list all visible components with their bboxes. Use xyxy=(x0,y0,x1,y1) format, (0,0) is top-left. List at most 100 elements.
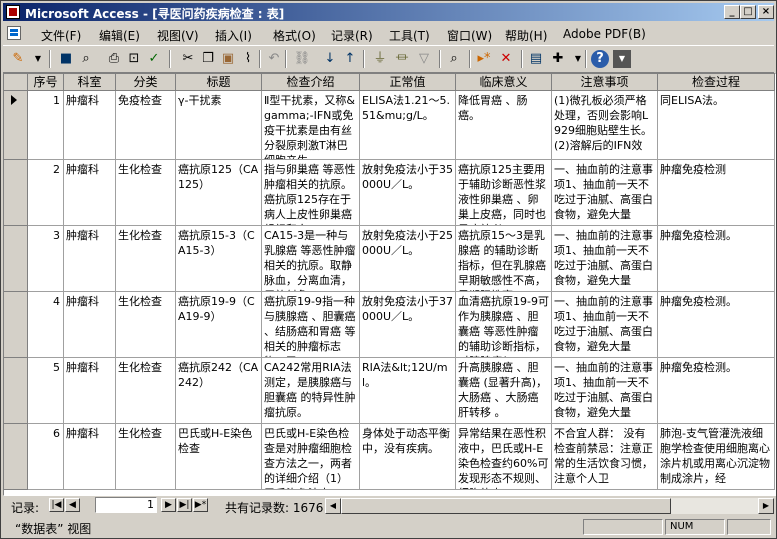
print-icon[interactable]: ⎙ xyxy=(105,50,123,68)
table-cell[interactable]: 一、抽血前的注意事项1、抽血前一天不吃过于油腻、高蛋白食物，避免大量 xyxy=(552,160,658,226)
table-cell[interactable]: 癌抗原15～3是乳腺癌 的辅助诊断指标，但在乳腺癌早期敏感性不高，早期阳性率 xyxy=(456,226,552,292)
next-record-button[interactable]: ▶ xyxy=(161,498,176,512)
table-cell[interactable]: 肿瘤科 xyxy=(64,91,116,160)
select-all-corner[interactable] xyxy=(4,74,28,91)
menu-file[interactable]: 文件(F) xyxy=(41,27,81,44)
column-header-description[interactable]: 检查介绍 xyxy=(262,74,360,91)
hyperlink-icon[interactable]: ⛓ xyxy=(293,50,311,68)
table-cell[interactable]: 2 xyxy=(28,160,64,226)
table-cell[interactable]: 肿瘤免疫检测。 xyxy=(658,226,775,292)
table-cell[interactable]: 癌抗原125（CA125） xyxy=(176,160,262,226)
table-cell[interactable]: 肿瘤科 xyxy=(64,292,116,358)
table-cell[interactable]: 异常结果在恶性积液中，巴氏或H-E染色检查约60%可发现形态不规则、细胞体大 xyxy=(456,424,552,490)
table-cell[interactable]: 癌抗原19-9（CA19-9） xyxy=(176,292,262,358)
table-cell[interactable]: 肿瘤科 xyxy=(64,160,116,226)
first-record-button[interactable]: |◀ xyxy=(49,498,64,512)
table-cell[interactable]: 4 xyxy=(28,292,64,358)
row-selector[interactable] xyxy=(4,358,28,424)
apply-filter-icon[interactable]: ▽ xyxy=(415,50,433,68)
table-cell[interactable]: 降低胃癌 、肠癌。 xyxy=(456,91,552,160)
table-cell[interactable]: γ-干扰素 xyxy=(176,91,262,160)
access-app-icon[interactable] xyxy=(6,5,20,19)
table-cell[interactable]: 癌抗原15-3（CA15-3） xyxy=(176,226,262,292)
undo-icon[interactable]: ↶ xyxy=(265,50,283,68)
table-cell[interactable]: 3 xyxy=(28,226,64,292)
new-record-icon[interactable]: ▸* xyxy=(475,50,493,68)
maximize-button[interactable]: □ xyxy=(740,5,756,19)
table-cell[interactable]: CA242常用RIA法测定，是胰腺癌与胆囊癌 的特异性肿瘤抗原。 xyxy=(262,358,360,424)
save-icon[interactable]: ■ xyxy=(57,50,75,68)
view-dropdown-icon[interactable]: ▼ xyxy=(29,50,47,68)
table-cell[interactable]: 一、抽血前的注意事项1、抽血前一天不吃过于油腻、高蛋白食物，避免大量 xyxy=(552,358,658,424)
scroll-right-button[interactable]: ▶ xyxy=(758,498,774,514)
table-cell[interactable]: 身体处于动态平衡中，没有疾病。 xyxy=(360,424,456,490)
table-cell[interactable]: 6 xyxy=(28,424,64,490)
scroll-thumb[interactable] xyxy=(341,498,671,514)
table-cell[interactable]: 血清癌抗原19-9可作为胰腺癌 、胆囊癌 等恶性肿瘤的辅助诊断指标，对胰腺癌り xyxy=(456,292,552,358)
table-cell[interactable]: (1)微孔板必须严格处理，否则会影响L929细胞贴壁生长。(2)溶解后的IFN效 xyxy=(552,91,658,160)
find-icon[interactable]: ⌕ xyxy=(445,50,463,68)
copy-icon[interactable]: ❐ xyxy=(199,50,217,68)
table-cell[interactable]: 生化检查 xyxy=(116,424,176,490)
row-selector[interactable] xyxy=(4,424,28,490)
table-cell[interactable]: 生化检查 xyxy=(116,358,176,424)
view-icon[interactable]: ✎ xyxy=(9,50,27,68)
help-icon[interactable]: ? xyxy=(591,50,609,68)
spelling-icon[interactable]: ✓ xyxy=(145,50,163,68)
delete-record-icon[interactable]: ✕ xyxy=(497,50,515,68)
table-cell[interactable]: 放射免疫法小于37000U／L。 xyxy=(360,292,456,358)
column-header-precautions[interactable]: 注意事项 xyxy=(552,74,658,91)
sort-descending-icon[interactable]: ↑ xyxy=(341,50,359,68)
table-cell[interactable]: 指与卵巢癌 等恶性肿瘤相关的抗原。癌抗原125存在于病人上皮性卵巢癌组织和血 xyxy=(262,160,360,226)
scroll-left-button[interactable]: ◀ xyxy=(325,498,341,514)
column-header-department[interactable]: 科室 xyxy=(64,74,116,91)
filter-by-selection-icon[interactable]: ⏚ xyxy=(371,50,389,68)
table-cell[interactable]: RIA法&lt;12U/ml。 xyxy=(360,358,456,424)
menu-window[interactable]: 窗口(W) xyxy=(447,27,492,44)
search-icon[interactable]: ⌕ xyxy=(77,50,95,68)
menu-help[interactable]: 帮助(H) xyxy=(505,27,547,44)
table-cell[interactable]: 生化检查 xyxy=(116,292,176,358)
menu-adobe-pdf[interactable]: Adobe PDF(B) xyxy=(563,27,646,41)
new-object-icon[interactable]: ✚ xyxy=(549,50,567,68)
table-cell[interactable]: 生化检查 xyxy=(116,160,176,226)
format-painter-icon[interactable]: ⌇ xyxy=(239,50,257,68)
row-selector[interactable] xyxy=(4,226,28,292)
table-cell[interactable]: 巴氏或H-E染色检查是对肿瘤细胞检查方法之一，两者的详细介绍（1）巴氏染色法本 xyxy=(262,424,360,490)
table-cell[interactable]: 同ELISA法。 xyxy=(658,91,775,160)
column-header-procedure[interactable]: 检查过程 xyxy=(658,74,775,91)
table-cell[interactable]: 肿瘤免疫检测 xyxy=(658,160,775,226)
table-cell[interactable]: 生化检查 xyxy=(116,226,176,292)
table-cell[interactable]: 巴氏或H-E染色检查 xyxy=(176,424,262,490)
menu-insert[interactable]: 插入(I) xyxy=(215,27,252,44)
column-header-seq[interactable]: 序号 xyxy=(28,74,64,91)
menu-records[interactable]: 记录(R) xyxy=(331,27,373,44)
sort-ascending-icon[interactable]: ↓ xyxy=(321,50,339,68)
table-cell[interactable]: 不合宜人群： 没有检查前禁忌：注意正常的生活饮食习惯，注意个人卫 xyxy=(552,424,658,490)
table-cell[interactable]: 升高胰腺癌 、胆囊癌 (显著升高)，大肠癌 、大肠癌肝转移 。 xyxy=(456,358,552,424)
table-cell[interactable]: 癌抗原242（CA242） xyxy=(176,358,262,424)
horizontal-scrollbar[interactable]: ◀ ▶ xyxy=(325,498,774,514)
column-header-title[interactable]: 标题 xyxy=(176,74,262,91)
column-header-clinical-significance[interactable]: 临床意义 xyxy=(456,74,552,91)
print-preview-icon[interactable]: ⊡ xyxy=(125,50,143,68)
table-cell[interactable]: 肿瘤免疫检测。 xyxy=(658,292,775,358)
row-selector[interactable] xyxy=(4,160,28,226)
row-selector[interactable] xyxy=(4,91,28,160)
table-cell[interactable]: 免疫检查 xyxy=(116,91,176,160)
database-window-icon[interactable]: ▤ xyxy=(527,50,545,68)
filter-by-form-icon[interactable]: ⏛ xyxy=(393,50,411,68)
previous-record-button[interactable]: ◀ xyxy=(65,498,80,512)
document-menu-icon[interactable] xyxy=(7,26,21,40)
table-cell[interactable]: 肿瘤免疫检测。 xyxy=(658,358,775,424)
toolbar-options-icon[interactable]: ▼ xyxy=(613,50,631,68)
table-cell[interactable]: Ⅱ型干扰素，又称&gamma;-IFN或免疫干扰素是由有丝分裂原刺激T淋巴细胞产… xyxy=(262,91,360,160)
paste-icon[interactable]: ▣ xyxy=(219,50,237,68)
table-cell[interactable]: 5 xyxy=(28,358,64,424)
table-cell[interactable]: 癌抗原125主要用于辅助诊断恶性浆液性卵巢癌 、卵巢上皮癌，同时也是疗效考 xyxy=(456,160,552,226)
new-record-button[interactable]: ▶* xyxy=(193,498,208,512)
menu-view[interactable]: 视图(V) xyxy=(157,27,199,44)
table-cell[interactable]: 放射免疫法小于35000U／L。 xyxy=(360,160,456,226)
menu-edit[interactable]: 编辑(E) xyxy=(99,27,140,44)
table-cell[interactable]: ELISA法1.21～5.51&mu;g/L。 xyxy=(360,91,456,160)
